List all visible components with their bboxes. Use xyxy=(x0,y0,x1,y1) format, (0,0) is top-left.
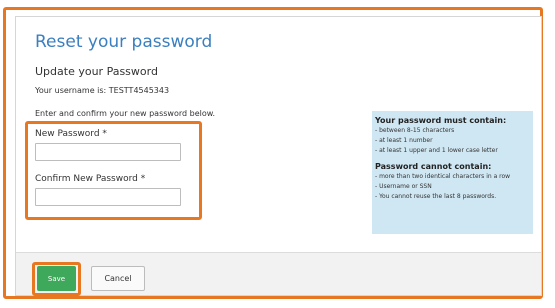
password-rules-box: Your password must contain: - between 8-… xyxy=(372,111,533,234)
new-password-field[interactable] xyxy=(35,143,181,161)
page-title: Reset your password xyxy=(35,32,213,52)
rule-item: - between 8-15 characters xyxy=(375,127,455,134)
rule-item: - more than two identical characters in … xyxy=(375,173,511,180)
username-text: Your username is: TESTT4545343 xyxy=(35,86,170,95)
rule-item: - at least 1 number xyxy=(375,137,433,144)
instructions-text: Enter and confirm your new password belo… xyxy=(35,109,216,118)
cancel-button[interactable]: Cancel xyxy=(91,266,145,291)
new-password-label: New Password * xyxy=(35,129,107,139)
must-contain-heading: Your password must contain: xyxy=(375,116,507,125)
rule-item: - You cannot reuse the last 8 passwords. xyxy=(375,193,497,200)
save-button[interactable]: Save xyxy=(37,266,76,291)
cannot-contain-heading: Password cannot contain: xyxy=(375,162,492,171)
rule-item: - at least 1 upper and 1 lower case lett… xyxy=(375,147,498,154)
page-subtitle: Update your Password xyxy=(35,65,158,78)
rule-item: - Username or SSN xyxy=(375,183,432,190)
confirm-password-field[interactable] xyxy=(35,188,181,206)
confirm-password-label: Confirm New Password * xyxy=(35,174,146,184)
